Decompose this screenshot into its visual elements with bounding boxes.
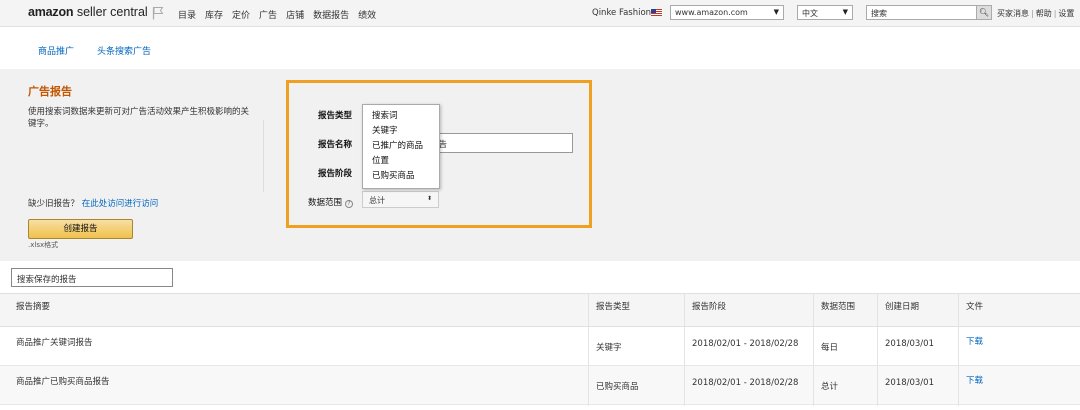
help-link[interactable]: 帮助 xyxy=(1036,9,1052,18)
menu-advertising[interactable]: 广告 xyxy=(259,8,277,21)
table-header: 报告摘要 报告类型 报告阶段 数据范围 创建日期 文件 xyxy=(0,293,1080,327)
format-note: .xlsx格式 xyxy=(28,241,59,249)
col-range[interactable]: 数据范围 xyxy=(821,300,855,312)
col-created[interactable]: 创建日期 xyxy=(885,300,919,312)
marketplace-select[interactable]: www.amazon.com ▼ xyxy=(670,5,784,20)
panel-description: 使用搜索词数据来更新可对广告活动效果产生积极影响的关键字。 xyxy=(28,107,250,129)
data-range-label: 数据范围? xyxy=(308,196,354,208)
column-divider xyxy=(588,293,589,406)
row-created: 2018/03/01 xyxy=(885,339,934,349)
top-nav-bar: amazon seller central 目录 库存 定价 广告 店铺 数据报… xyxy=(0,0,1080,27)
account-name[interactable]: Qinke Fashion xyxy=(592,8,651,18)
download-link[interactable]: 下载 xyxy=(966,335,983,347)
legacy-text: 缺少旧报告？ xyxy=(28,199,80,209)
column-divider xyxy=(877,293,878,406)
col-type[interactable]: 报告类型 xyxy=(596,300,630,312)
legacy-reports-link[interactable]: 在此处访问进行访问 xyxy=(82,199,159,209)
caret-down-icon: ▼ xyxy=(842,8,848,16)
menu-performance[interactable]: 绩效 xyxy=(358,8,376,21)
table-row: 商品推广关键词报告 关键字 2018/02/01 - 2018/02/28 每日… xyxy=(0,327,1080,366)
report-type-label: 报告类型 xyxy=(318,111,353,121)
language-value: 中文 xyxy=(802,9,818,18)
row-summary: 商品推广关键词报告 xyxy=(16,338,93,348)
row-type: 关键字 xyxy=(596,343,622,353)
column-divider xyxy=(684,293,685,406)
column-divider xyxy=(958,293,959,406)
report-name-label: 报告名称 xyxy=(318,140,353,150)
data-range-text: 数据范围 xyxy=(308,198,343,208)
menu-stores[interactable]: 店铺 xyxy=(286,8,304,21)
option-purchased-product[interactable]: 已购买商品 xyxy=(363,170,439,185)
menu-inventory[interactable]: 库存 xyxy=(205,8,223,21)
data-range-select[interactable]: 总计 ⬍ xyxy=(362,191,439,208)
sort-arrows-icon: ⬍ xyxy=(426,195,432,202)
row-period: 2018/02/01 - 2018/02/28 xyxy=(692,339,799,349)
ad-type-tabs: 商品推广 头条搜索广告 xyxy=(0,27,1080,72)
menu-reports[interactable]: 数据报告 xyxy=(313,8,349,21)
column-divider xyxy=(813,293,814,406)
table-row: 商品推广已购买商品报告 已购买商品 2018/02/01 - 2018/02/2… xyxy=(0,366,1080,405)
settings-link[interactable]: 设置 xyxy=(1058,9,1074,18)
download-link[interactable]: 下载 xyxy=(966,374,983,386)
option-advertised-product[interactable]: 已推广的商品 xyxy=(363,140,439,155)
language-select[interactable]: 中文 ▼ xyxy=(797,5,853,20)
help-icon[interactable]: ? xyxy=(345,200,354,208)
row-period: 2018/02/01 - 2018/02/28 xyxy=(692,378,799,388)
top-links: 买家消息 | 帮助 | 设置 xyxy=(997,9,1075,18)
page-title: 广告报告 xyxy=(28,85,72,98)
tab-sponsored-products[interactable]: 商品推广 xyxy=(35,44,77,72)
data-range-value: 总计 xyxy=(369,196,385,205)
col-summary[interactable]: 报告摘要 xyxy=(16,300,50,312)
panel-divider xyxy=(263,120,264,192)
row-summary: 商品推广已购买商品报告 xyxy=(16,377,110,387)
report-type-dropdown[interactable]: 搜索词 关键字 已推广的商品 位置 已购买商品 xyxy=(362,104,440,189)
search-placeholder: 搜索 xyxy=(871,9,887,18)
tab-headline-search-ads[interactable]: 头条搜索广告 xyxy=(97,44,151,57)
row-range: 每日 xyxy=(821,343,839,353)
main-menu: 目录 库存 定价 广告 店铺 数据报告 绩效 xyxy=(178,8,376,21)
col-file[interactable]: 文件 xyxy=(966,300,983,312)
marketplace-value: www.amazon.com xyxy=(675,8,748,17)
report-period-label: 报告阶段 xyxy=(318,169,353,179)
flag-icon[interactable] xyxy=(152,6,164,20)
buyer-messages-link[interactable]: 买家消息 xyxy=(997,9,1029,18)
row-range: 总计 xyxy=(821,382,839,392)
search-icon[interactable]: 🔍︎ xyxy=(977,5,992,20)
create-report-button[interactable]: 创建报告 xyxy=(28,219,133,239)
menu-pricing[interactable]: 定价 xyxy=(232,8,250,21)
us-flag-icon xyxy=(651,9,662,16)
saved-reports-search[interactable]: 搜索保存的报告 xyxy=(11,268,173,287)
row-type: 已购买商品 xyxy=(596,382,639,392)
col-period[interactable]: 报告阶段 xyxy=(692,300,726,312)
top-search-input[interactable]: 搜索 xyxy=(866,5,977,20)
legacy-reports-note: 缺少旧报告？ 在此处访问进行访问 xyxy=(28,197,158,209)
option-placement[interactable]: 位置 xyxy=(363,155,439,170)
menu-catalog[interactable]: 目录 xyxy=(178,8,196,21)
caret-down-icon: ▼ xyxy=(773,8,779,16)
option-keyword[interactable]: 关键字 xyxy=(363,125,439,140)
amazon-seller-central-logo[interactable]: amazon seller central xyxy=(28,5,148,19)
option-search-term[interactable]: 搜索词 xyxy=(363,110,439,125)
row-created: 2018/03/01 xyxy=(885,378,934,388)
